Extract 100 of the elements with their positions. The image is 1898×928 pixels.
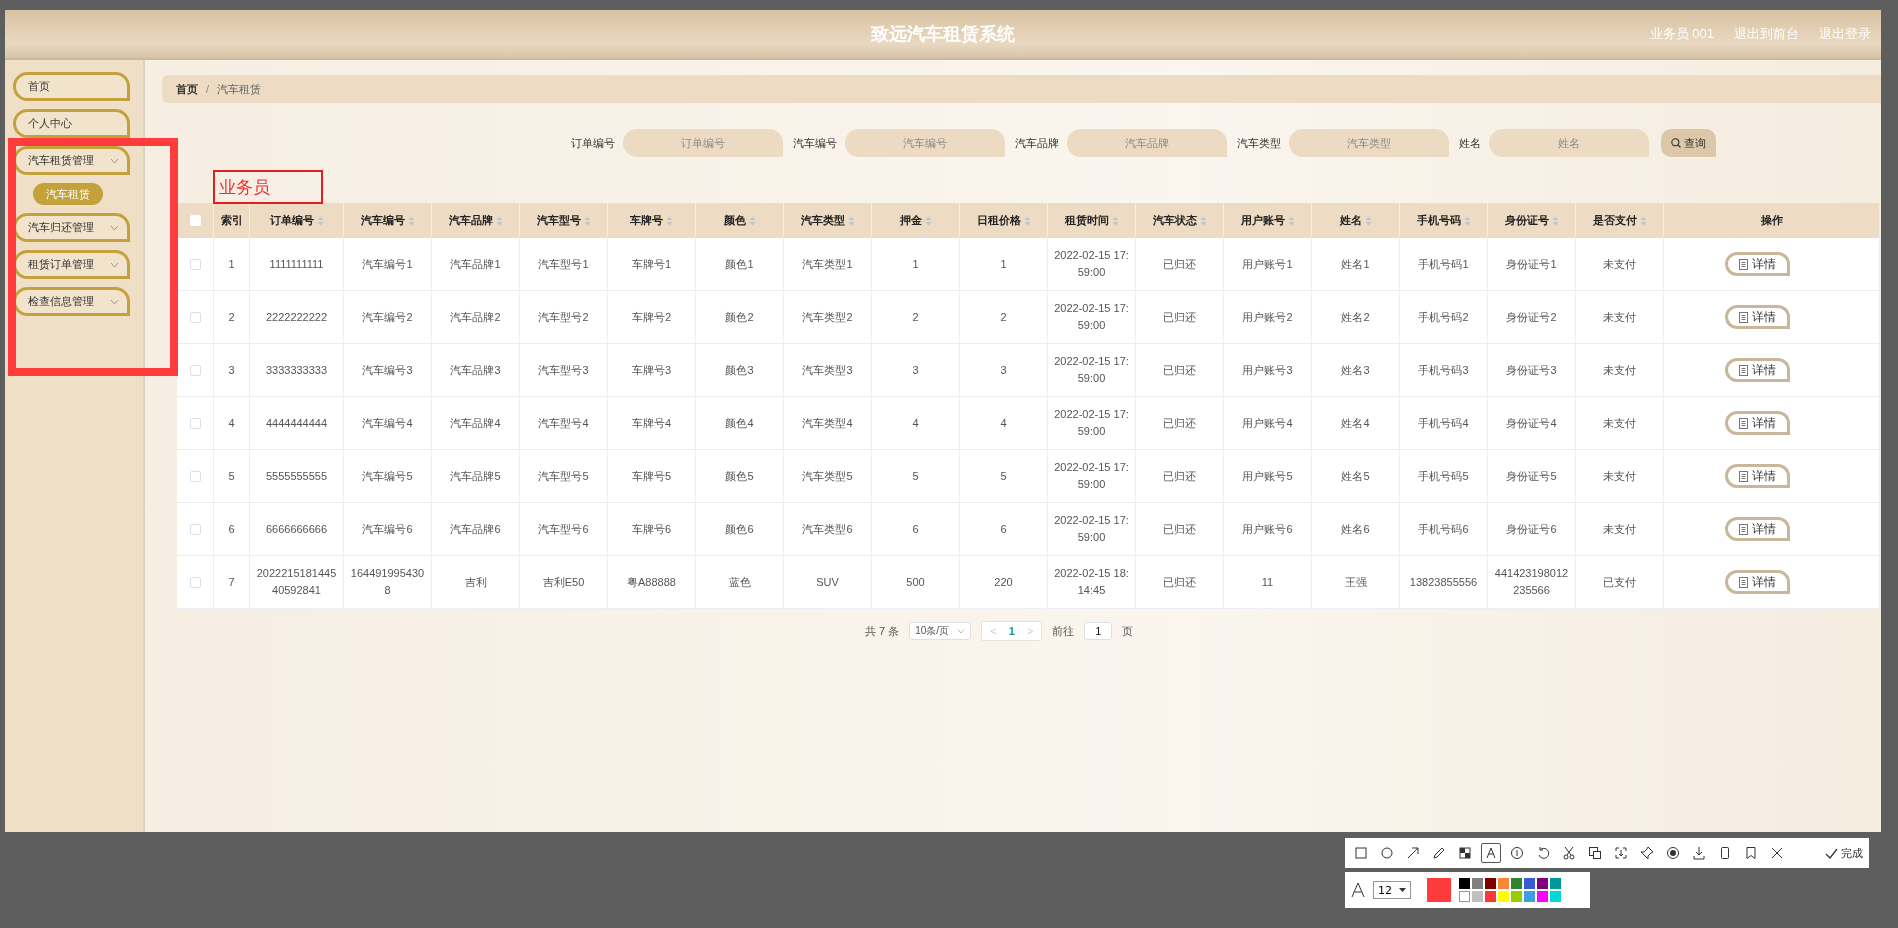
color-swatch[interactable] <box>1472 891 1483 902</box>
table-cell-text: 用户账号4 <box>1241 415 1294 431</box>
download-icon <box>1692 846 1706 860</box>
row-checkbox[interactable] <box>189 417 201 429</box>
done-button[interactable]: 完成 <box>1825 845 1863 861</box>
font-size-select[interactable]: 12 <box>1373 881 1411 899</box>
table-cell-text: 吉利E50 <box>541 574 586 590</box>
search-field[interactable]: 订单编号 <box>622 129 783 157</box>
color-swatch[interactable] <box>1498 891 1509 902</box>
text-tool-button[interactable] <box>1481 843 1501 863</box>
current-color-swatch[interactable] <box>1427 878 1451 902</box>
page-number[interactable]: 1 <box>1008 625 1015 637</box>
detail-button[interactable]: 详情 <box>1724 411 1790 435</box>
table-cell-text: 汽车编号2 <box>361 309 414 325</box>
chevron-down-icon <box>110 298 119 305</box>
search-field[interactable]: 汽车品牌 <box>1066 129 1227 157</box>
color-swatch[interactable] <box>1511 891 1522 902</box>
menu-item[interactable]: 个人中心 <box>13 109 130 138</box>
table-cell-text: 手机号码3 <box>1417 362 1470 378</box>
pin-icon <box>1640 846 1654 860</box>
menu-item[interactable]: 租赁订单管理 <box>13 250 130 279</box>
color-swatch[interactable] <box>1498 878 1509 889</box>
detail-button[interactable]: 详情 <box>1724 570 1790 594</box>
row-checkbox[interactable] <box>189 364 201 376</box>
color-swatch[interactable] <box>1524 891 1535 902</box>
chevron-down-icon <box>957 628 966 634</box>
table-cell-text: 姓名1 <box>1340 256 1371 272</box>
column-header[interactable]: 颜色 <box>723 213 746 228</box>
color-swatch[interactable] <box>1537 878 1548 889</box>
table-cell-text: 用户账号5 <box>1241 468 1294 484</box>
table-cell-text: 2022-02-15 17:59:00 <box>1053 248 1130 280</box>
total-count: 共 7 条 <box>865 623 900 639</box>
column-header[interactable]: 姓名 <box>1339 213 1362 228</box>
row-checkbox[interactable] <box>189 470 201 482</box>
detail-button[interactable]: 详情 <box>1724 252 1790 276</box>
detail-button[interactable]: 详情 <box>1724 305 1790 329</box>
column-header[interactable]: 押金 <box>899 213 922 228</box>
color-swatch[interactable] <box>1485 878 1496 889</box>
table-cell-text: 2022-02-15 17:59:00 <box>1053 301 1130 333</box>
column-header[interactable]: 订单编号 <box>269 213 314 228</box>
column-header[interactable]: 用户账号 <box>1240 213 1285 228</box>
row-checkbox[interactable] <box>189 523 201 535</box>
column-header[interactable]: 车牌号 <box>630 213 663 228</box>
search-button[interactable]: 查询 <box>1660 129 1716 157</box>
breadcrumb-item[interactable]: 首页 <box>176 81 198 97</box>
page-input[interactable]: 1 <box>1084 622 1113 640</box>
row-checkbox[interactable] <box>189 311 201 323</box>
table-cell-text: 5 <box>227 468 236 484</box>
color-swatch[interactable] <box>1550 891 1561 902</box>
column-header[interactable]: 汽车编号 <box>360 213 405 228</box>
table-cell-text: 车牌号1 <box>630 256 673 272</box>
menu-item[interactable]: 首页 <box>13 72 130 101</box>
table-cell-text: 已归还 <box>1162 521 1197 537</box>
table-cell-text: 4 <box>999 415 1008 431</box>
table-cell-text: 汽车品牌5 <box>449 468 502 484</box>
menu-item[interactable]: 检查信息管理 <box>13 287 130 316</box>
column-header[interactable]: 是否支付 <box>1592 213 1637 228</box>
table-cell-text: 1111111111 <box>268 256 325 272</box>
page-size-select[interactable]: 10条/页 <box>909 622 972 640</box>
column-header[interactable]: 身份证号 <box>1504 213 1549 228</box>
row-checkbox[interactable] <box>189 258 201 270</box>
column-header[interactable]: 汽车类型 <box>800 213 845 228</box>
search-field[interactable]: 汽车类型 <box>1288 129 1449 157</box>
search-field[interactable]: 汽车编号 <box>844 129 1005 157</box>
column-header: 操作 <box>1761 213 1783 228</box>
column-header[interactable]: 日租价格 <box>976 213 1021 228</box>
field-label: 订单编号 <box>570 135 615 151</box>
color-swatch[interactable] <box>1472 878 1483 889</box>
menu-item[interactable]: 汽车归还管理 <box>13 213 130 242</box>
goto-label: 前往 <box>1052 623 1075 639</box>
table-cell-text: 3333333333 <box>264 362 329 378</box>
table-cell-text: 姓名4 <box>1340 415 1371 431</box>
detail-button[interactable]: 详情 <box>1724 517 1790 541</box>
table-cell-text: 汽车品牌1 <box>449 256 502 272</box>
table-cell-text: 2 <box>227 309 236 325</box>
color-swatch[interactable] <box>1459 891 1470 902</box>
color-swatch[interactable] <box>1550 878 1561 889</box>
column-header[interactable]: 租赁时间 <box>1064 213 1109 228</box>
color-swatch[interactable] <box>1511 878 1522 889</box>
table-cell-text: 未支付 <box>1602 415 1637 431</box>
column-header[interactable]: 汽车品牌 <box>448 213 493 228</box>
table-cell-text: 汽车类型1 <box>801 256 854 272</box>
column-header[interactable]: 汽车状态 <box>1152 213 1197 228</box>
menu-item[interactable]: 汽车租赁管理 <box>13 146 130 175</box>
field-label: 汽车品牌 <box>1014 135 1059 151</box>
column-header[interactable]: 手机号码 <box>1416 213 1461 228</box>
table-cell-text: 身份证号6 <box>1505 521 1558 537</box>
row-checkbox[interactable] <box>189 576 201 588</box>
column-header[interactable]: 汽车型号 <box>536 213 581 228</box>
detail-button[interactable]: 详情 <box>1724 464 1790 488</box>
detail-button[interactable]: 详情 <box>1724 358 1790 382</box>
color-swatch[interactable] <box>1537 891 1548 902</box>
table-cell-text: 已支付 <box>1602 574 1637 590</box>
color-swatch[interactable] <box>1485 891 1496 902</box>
table-cell-text: 汽车型号3 <box>537 362 590 378</box>
color-swatch[interactable] <box>1459 878 1470 889</box>
color-swatch[interactable] <box>1524 878 1535 889</box>
select-all-checkbox[interactable] <box>189 215 201 226</box>
table-cell-text: 汽车品牌4 <box>449 415 502 431</box>
search-field[interactable]: 姓名 <box>1488 129 1649 157</box>
